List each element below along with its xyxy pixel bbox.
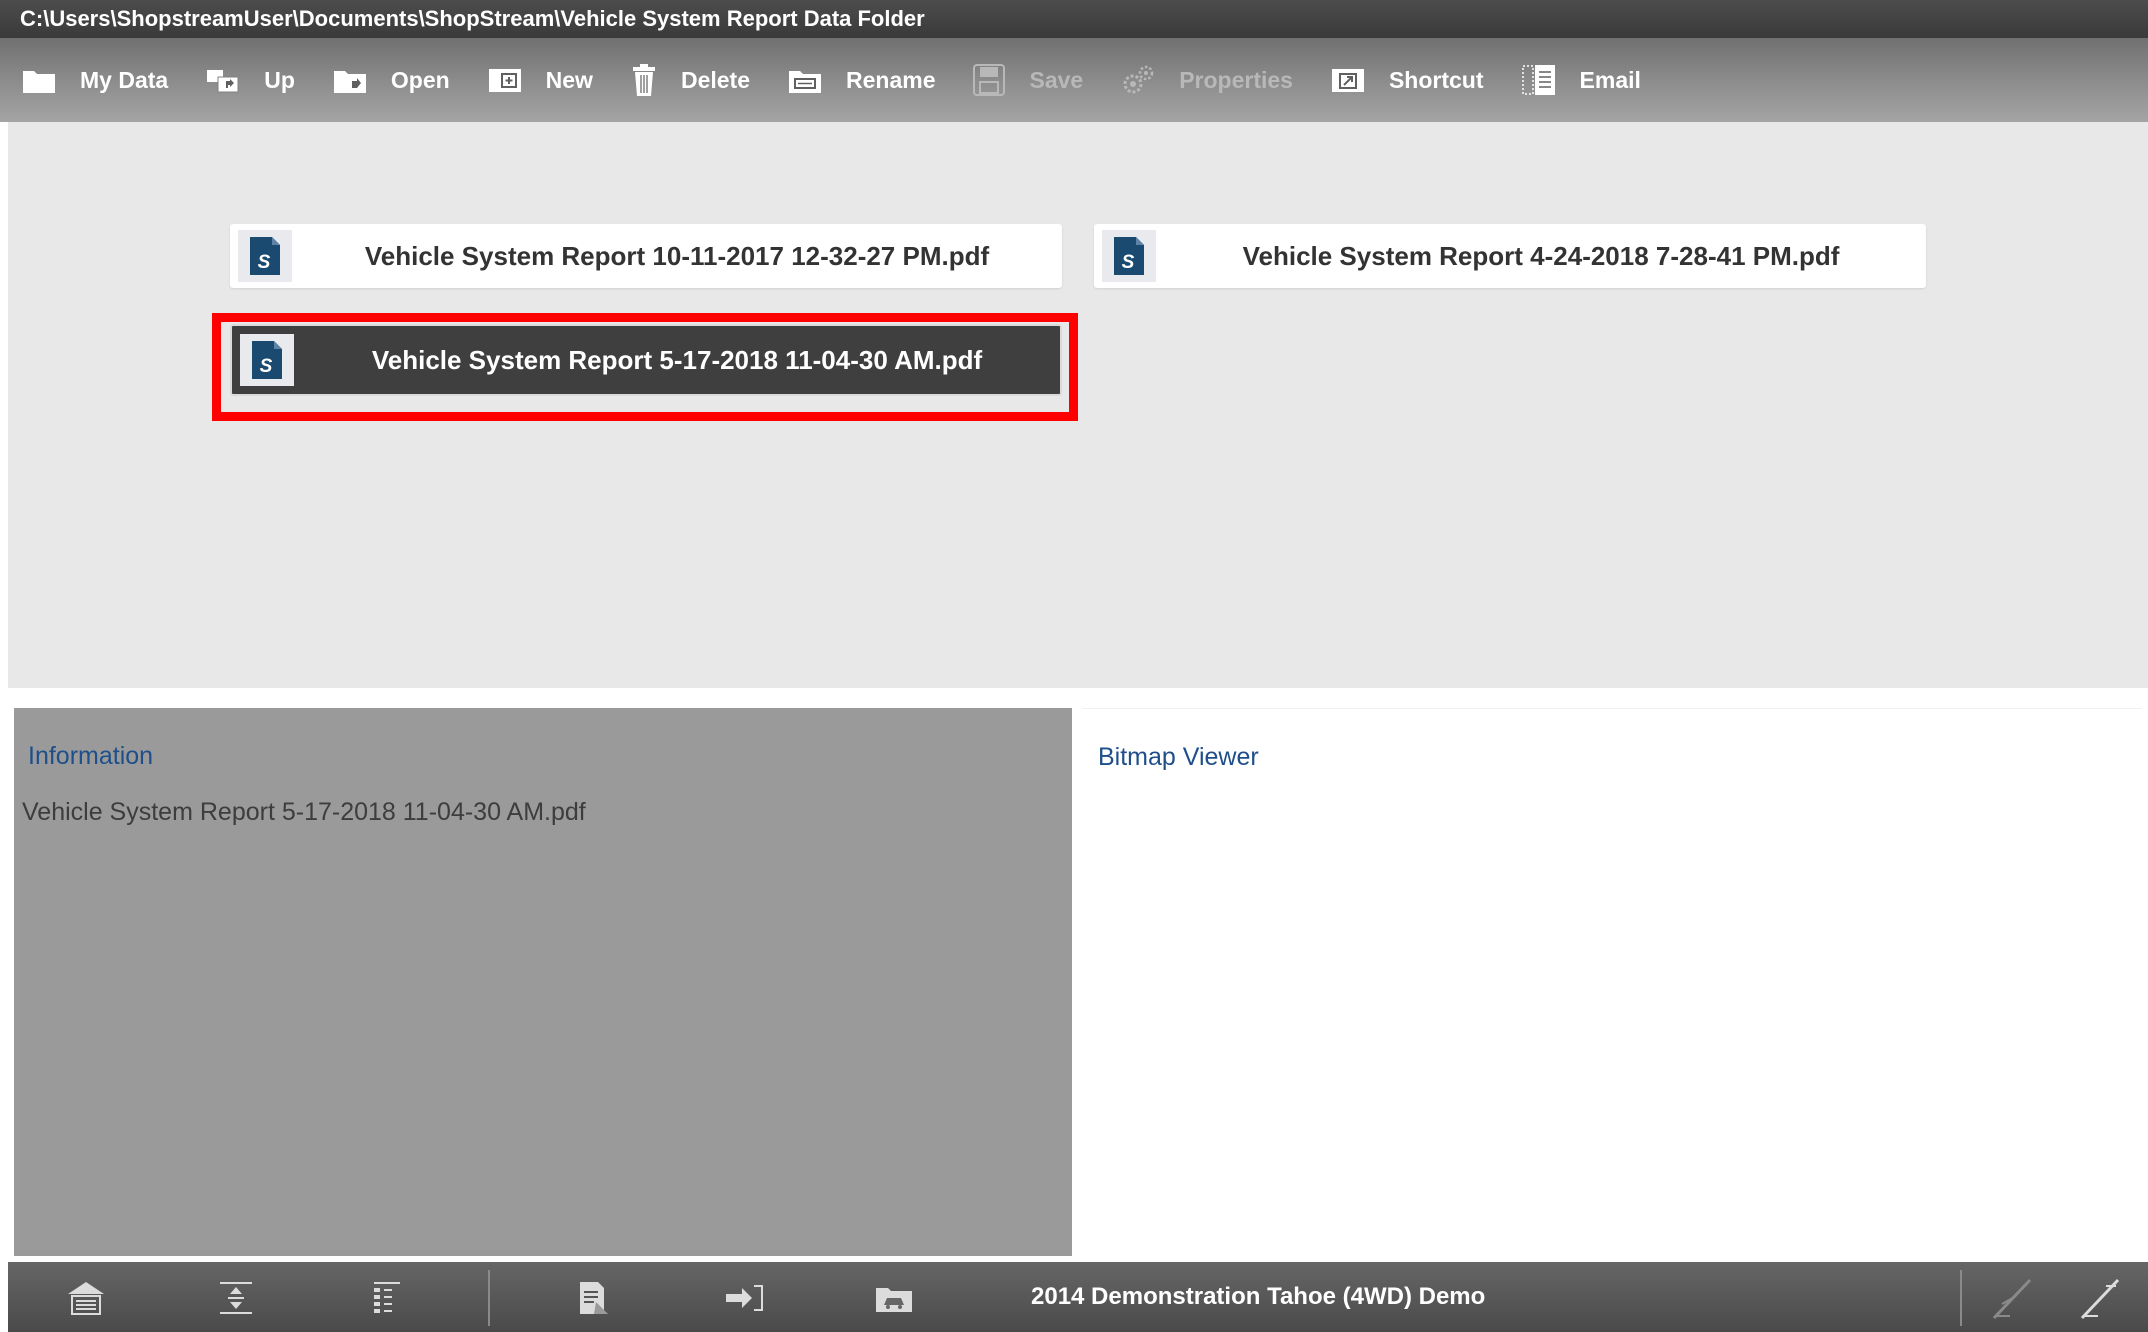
tool-icon[interactable]: [2078, 1276, 2122, 1320]
rename-label: Rename: [846, 66, 936, 93]
properties-button[interactable]: Properties: [1121, 64, 1293, 96]
information-panel: Information Vehicle System Report 5-17-2…: [14, 708, 1072, 1256]
exit-icon[interactable]: [722, 1276, 766, 1320]
path-titlebar: C:\Users\ShopstreamUser\Documents\ShopSt…: [0, 0, 2148, 38]
delete-label: Delete: [680, 66, 750, 93]
svg-text:S: S: [258, 252, 271, 273]
shortcut-label: Shortcut: [1388, 66, 1484, 93]
gears-icon: [1123, 65, 1154, 94]
save-label: Save: [1029, 66, 1084, 93]
svg-text:S: S: [260, 356, 273, 377]
snapon-file-icon: S: [238, 230, 292, 282]
toolbar-divider: [1960, 1270, 1962, 1326]
bitmap-viewer-title: Bitmap Viewer: [1098, 743, 1259, 771]
file-item[interactable]: S Vehicle System Report 10-11-2017 12-32…: [230, 224, 1062, 288]
up-button[interactable]: Up: [206, 66, 295, 94]
trash-icon: [632, 64, 655, 96]
open-button[interactable]: Open: [333, 66, 450, 94]
folder-icon: [23, 71, 55, 93]
home-icon[interactable]: [64, 1276, 108, 1320]
file-name: Vehicle System Report 4-24-2018 7-28-41 …: [1242, 240, 1840, 271]
svg-text:S: S: [1122, 252, 1135, 273]
list-icon[interactable]: [364, 1276, 408, 1320]
save-button[interactable]: Save: [973, 64, 1083, 96]
bitmap-viewer-panel: Bitmap Viewer: [1082, 708, 2142, 1257]
snapon-file-icon: S: [240, 334, 294, 386]
shortcut-button[interactable]: Shortcut: [1331, 66, 1484, 94]
information-filename: Vehicle System Report 5-17-2018 11-04-30…: [22, 798, 586, 826]
snapon-file-icon: S: [1102, 230, 1156, 282]
file-name: Vehicle System Report 10-11-2017 12-32-2…: [364, 240, 990, 271]
email-icon: [1521, 65, 1555, 95]
save-icon: [973, 64, 1006, 96]
bottom-bar: 2014 Demonstration Tahoe (4WD) Demo: [8, 1262, 2148, 1332]
properties-label: Properties: [1179, 66, 1293, 93]
open-label: Open: [390, 66, 450, 93]
report-icon[interactable]: [572, 1276, 616, 1320]
file-name: Vehicle System Report 5-17-2018 11-04-30…: [371, 344, 983, 375]
tool-disabled-icon[interactable]: [1990, 1276, 2034, 1320]
email-button[interactable]: Email: [1521, 64, 1641, 96]
up-label: Up: [264, 66, 295, 93]
up-folder-icon: [207, 70, 239, 93]
new-button[interactable]: New: [488, 66, 593, 94]
shortcut-icon: [1331, 69, 1364, 92]
file-item-selected[interactable]: S Vehicle System Report 5-17-2018 11-04-…: [230, 324, 1062, 396]
email-label: Email: [1579, 66, 1641, 93]
expand-icon[interactable]: [214, 1276, 258, 1320]
file-browser: S Vehicle System Report 10-11-2017 12-32…: [8, 122, 2148, 688]
my-data-button[interactable]: My Data: [22, 66, 168, 94]
toolbar-divider: [488, 1270, 490, 1326]
new-icon: [488, 69, 521, 92]
vehicle-label: 2014 Demonstration Tahoe (4WD) Demo: [1031, 1283, 1486, 1310]
my-data-label: My Data: [80, 66, 169, 93]
vehicle-icon[interactable]: [872, 1276, 916, 1320]
file-item[interactable]: S Vehicle System Report 4-24-2018 7-28-4…: [1094, 224, 1926, 288]
information-title: Information: [28, 742, 154, 770]
delete-button[interactable]: Delete: [631, 63, 750, 97]
new-label: New: [545, 66, 593, 93]
rename-button[interactable]: Rename: [788, 66, 935, 94]
toolbar: My Data Up Open New Delete Rename Save P…: [0, 38, 2148, 122]
rename-icon: [789, 71, 821, 93]
open-folder-icon: [333, 71, 366, 93]
